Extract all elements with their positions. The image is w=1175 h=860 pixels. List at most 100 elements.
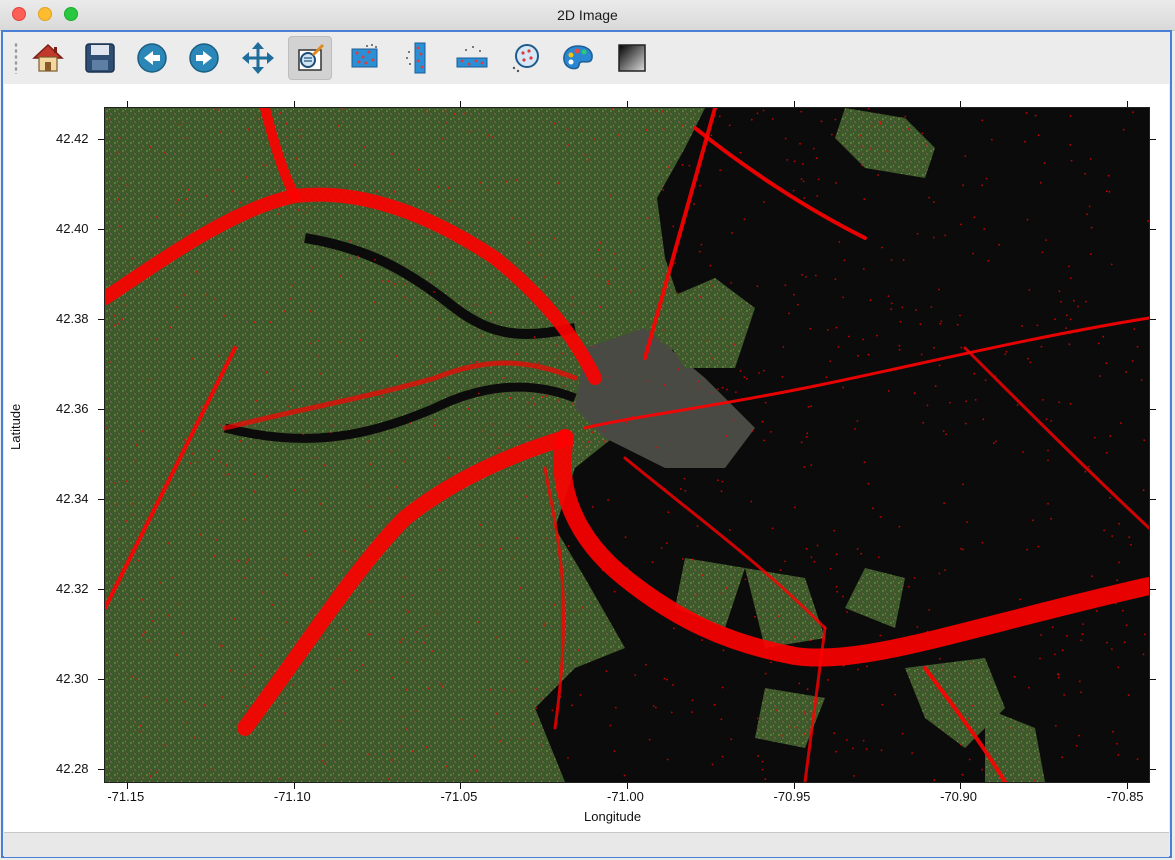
scatter-button[interactable] xyxy=(342,36,386,80)
gps-point xyxy=(656,446,658,449)
gps-point xyxy=(911,752,913,754)
gps-point xyxy=(181,632,183,635)
gps-point xyxy=(415,631,417,633)
gps-point xyxy=(196,460,199,463)
gps-point xyxy=(720,592,723,594)
gps-point xyxy=(606,376,609,378)
gps-point xyxy=(699,295,702,298)
gps-point xyxy=(579,694,582,696)
palette-button[interactable] xyxy=(556,36,600,80)
gps-point xyxy=(718,115,721,118)
gps-point xyxy=(1069,402,1072,405)
gps-point xyxy=(933,201,935,203)
gps-point xyxy=(388,498,391,501)
gps-point xyxy=(308,206,311,209)
gps-point xyxy=(866,665,868,668)
plot-canvas[interactable]: Longitude Latitude -71.15 -71.10 -71.05 -71… xyxy=(4,84,1169,832)
gps-point xyxy=(981,541,984,544)
gps-point xyxy=(121,318,124,321)
gps-point xyxy=(782,346,785,348)
horizontal-profile-button[interactable] xyxy=(450,36,494,80)
x-tick-label: -71.00 xyxy=(607,789,644,804)
gps-point xyxy=(691,711,694,713)
gps-point xyxy=(1040,345,1043,348)
x-tick-label: -71.15 xyxy=(107,789,145,804)
gps-point xyxy=(731,232,733,234)
gps-point xyxy=(926,630,929,633)
gps-point xyxy=(630,290,632,293)
gps-point xyxy=(165,699,167,702)
gps-point xyxy=(408,300,411,302)
back-button[interactable] xyxy=(130,36,174,80)
gps-point xyxy=(1078,734,1080,737)
gps-point xyxy=(503,377,505,379)
y-tick-label: 42.40 xyxy=(56,220,89,236)
gps-point xyxy=(949,401,951,404)
gps-point xyxy=(1085,300,1087,303)
gps-point xyxy=(1142,489,1145,492)
gps-point xyxy=(131,257,133,260)
y-tick-mark xyxy=(98,318,104,320)
gps-point xyxy=(155,215,157,218)
gps-point xyxy=(809,639,812,641)
gps-point xyxy=(842,595,844,598)
gps-point xyxy=(770,431,772,433)
gps-point xyxy=(353,163,356,166)
gps-point xyxy=(391,153,394,155)
gps-point xyxy=(611,108,613,110)
gps-point xyxy=(890,302,893,305)
gps-point xyxy=(691,558,694,561)
map-image-axes[interactable] xyxy=(104,107,1150,783)
gps-point xyxy=(183,700,185,703)
gps-point xyxy=(389,749,391,752)
point-select-button[interactable] xyxy=(504,36,548,80)
gps-point xyxy=(124,304,127,307)
gps-point xyxy=(1045,418,1048,420)
gps-point xyxy=(544,621,547,624)
vertical-profile-icon xyxy=(406,42,426,74)
gps-point xyxy=(806,688,809,691)
forward-button[interactable] xyxy=(182,36,226,80)
gps-point xyxy=(284,557,287,560)
gps-point xyxy=(420,628,423,630)
gps-point xyxy=(495,636,497,639)
gradient-button[interactable] xyxy=(610,36,654,80)
y-tick-mark-right xyxy=(1150,408,1156,410)
y-tick-mark xyxy=(98,589,104,591)
gps-point xyxy=(803,197,806,199)
gps-point xyxy=(292,389,294,391)
toolbar-grip[interactable] xyxy=(14,42,18,74)
gps-point xyxy=(697,380,700,383)
home-button[interactable] xyxy=(26,36,70,80)
gps-point xyxy=(862,338,864,341)
gps-point xyxy=(1130,543,1132,546)
gps-point xyxy=(863,461,866,464)
gps-point xyxy=(368,600,371,603)
vertical-profile-button[interactable] xyxy=(396,36,440,80)
save-button[interactable] xyxy=(78,36,122,80)
gps-point xyxy=(784,284,787,287)
gps-point xyxy=(1036,324,1039,327)
gps-point xyxy=(925,143,927,146)
gps-point xyxy=(314,190,317,192)
zoom-button[interactable] xyxy=(288,36,332,80)
gps-point xyxy=(393,283,396,285)
gps-point xyxy=(601,569,604,572)
figure-frame: Longitude Latitude -71.15 -71.10 -71.05 -71… xyxy=(1,30,1172,858)
point-select-icon xyxy=(512,44,539,73)
gps-point xyxy=(829,567,832,570)
gps-point xyxy=(387,280,390,283)
gps-point xyxy=(1058,401,1061,404)
gps-point xyxy=(286,136,289,138)
gps-point xyxy=(155,338,157,341)
gps-point xyxy=(972,252,974,255)
gps-point xyxy=(634,674,637,676)
gps-point xyxy=(711,763,714,766)
pan-button[interactable] xyxy=(236,36,280,80)
gps-point xyxy=(239,439,242,442)
gps-point xyxy=(605,670,608,672)
gps-point xyxy=(1057,676,1060,679)
gps-point xyxy=(1068,265,1070,268)
gps-point xyxy=(478,335,481,337)
gps-point xyxy=(1022,451,1024,453)
